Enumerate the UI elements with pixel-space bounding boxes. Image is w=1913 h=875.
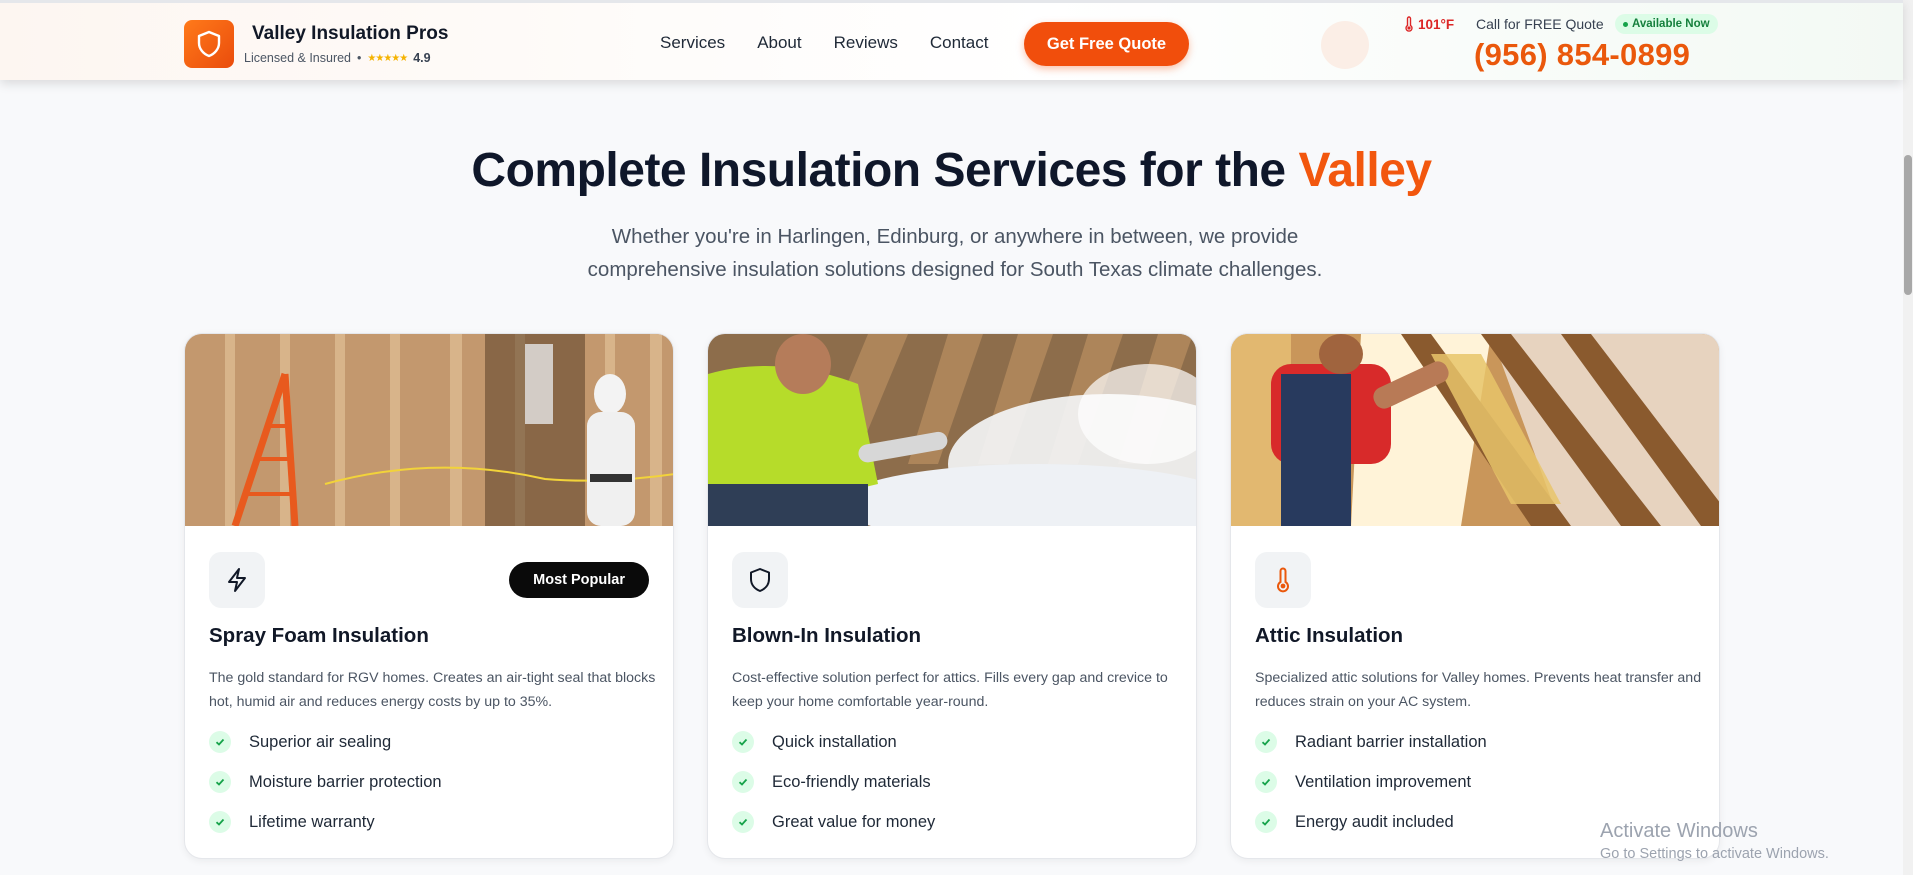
activate-windows-hint: Go to Settings to activate Windows. [1600,846,1829,862]
feature-label: Radiant barrier installation [1295,732,1487,751]
lightning-icon [209,552,265,608]
check-circle-icon [209,771,231,793]
feature-item: Eco-friendly materials [732,762,935,802]
title-accent: Valley [1298,144,1432,197]
feature-item: Radiant barrier installation [1255,722,1487,762]
shield-icon [732,552,788,608]
check-circle-icon [209,811,231,833]
feature-label: Ventilation improvement [1295,772,1472,791]
service-card-attic[interactable]: Attic Insulation Specialized attic solut… [1230,333,1720,859]
feature-list: Quick installation Eco-friendly material… [732,722,935,842]
status-dot [1623,21,1628,27]
feature-label: Great value for money [772,812,936,831]
available-badge: Available Now [1615,14,1718,34]
feature-label: Energy audit included [1295,812,1454,831]
available-label: Available Now [1632,18,1710,30]
feature-label: Lifetime warranty [249,812,375,831]
activate-windows-title: Activate Windows [1600,820,1758,842]
check-circle-icon [209,731,231,753]
card-title[interactable]: Attic Insulation [1255,624,1403,648]
card-description: Specialized attic solutions for Valley h… [1255,670,1702,710]
main-nav: Services About Reviews Contact [660,33,1020,53]
call-label: Call for FREE Quote [1476,16,1604,32]
card-description: The gold standard for RGV homes. Creates… [209,670,656,710]
page-scrollbar[interactable] [1903,0,1913,875]
feature-item: Moisture barrier protection [209,762,442,802]
phone-number-link[interactable]: (956) 854-0899 [1474,37,1690,73]
feature-item: Quick installation [732,722,935,762]
check-circle-icon [732,771,754,793]
logo-shield-icon[interactable] [184,20,234,68]
thermometer-icon [1255,552,1311,608]
check-circle-icon [732,731,754,753]
section-title: Complete Insulation Services for the Val… [0,143,1903,198]
spray-foam-photo [185,334,673,526]
nav-reviews[interactable]: Reviews [834,33,898,53]
blown-in-photo [708,334,1196,526]
nav-services[interactable]: Services [660,33,725,53]
feature-item: Lifetime warranty [209,802,442,842]
get-free-quote-button[interactable]: Get Free Quote [1024,22,1189,66]
licensed-label: Licensed & Insured [244,51,352,65]
card-title[interactable]: Blown-In Insulation [732,624,921,648]
check-circle-icon [1255,771,1277,793]
feature-item: Ventilation improvement [1255,762,1487,802]
nav-contact[interactable]: Contact [930,33,989,53]
attic-photo [1231,334,1719,526]
feature-item: Superior air sealing [209,722,442,762]
theme-toggle-circle[interactable] [1321,21,1369,69]
card-description: Cost-effective solution perfect for atti… [732,670,1168,710]
brand-name[interactable]: Valley Insulation Pros [252,23,448,45]
site-header: Valley Insulation Pros Licensed & Insure… [0,0,1903,80]
feature-label: Eco-friendly materials [772,772,931,791]
check-circle-icon [732,811,754,833]
feature-label: Moisture barrier protection [249,772,442,791]
check-circle-icon [1255,811,1277,833]
rating-stars: ★★★★★ [367,52,408,64]
section-subtitle: Whether you're in Harlingen, Edinburg, o… [587,225,1323,281]
temperature-readout: 101°F [1404,16,1454,32]
feature-list: Superior air sealing Moisture barrier pr… [209,722,442,842]
service-card-spray-foam[interactable]: Most Popular Spray Foam Insulation The g… [184,333,674,859]
card-title[interactable]: Spray Foam Insulation [209,624,429,648]
check-circle-icon [1255,731,1277,753]
temperature-value: 101°F [1418,16,1455,32]
feature-item: Great value for money [732,802,935,842]
separator-dot: • [357,51,362,65]
thermometer-icon [1405,16,1413,32]
feature-label: Superior air sealing [249,732,392,751]
nav-about[interactable]: About [757,33,801,53]
feature-item: Energy audit included [1255,802,1487,842]
feature-label: Quick installation [772,732,897,751]
title-main: Complete Insulation Services for the [471,144,1299,197]
brand-subline: Licensed & Insured • ★★★★★ 4.9 [244,51,431,65]
feature-list: Radiant barrier installation Ventilation… [1255,722,1487,842]
rating-value: 4.9 [413,51,431,65]
scrollbar-thumb[interactable] [1904,155,1912,295]
most-popular-badge: Most Popular [509,562,649,598]
service-card-blown-in[interactable]: Blown-In Insulation Cost-effective solut… [707,333,1197,859]
